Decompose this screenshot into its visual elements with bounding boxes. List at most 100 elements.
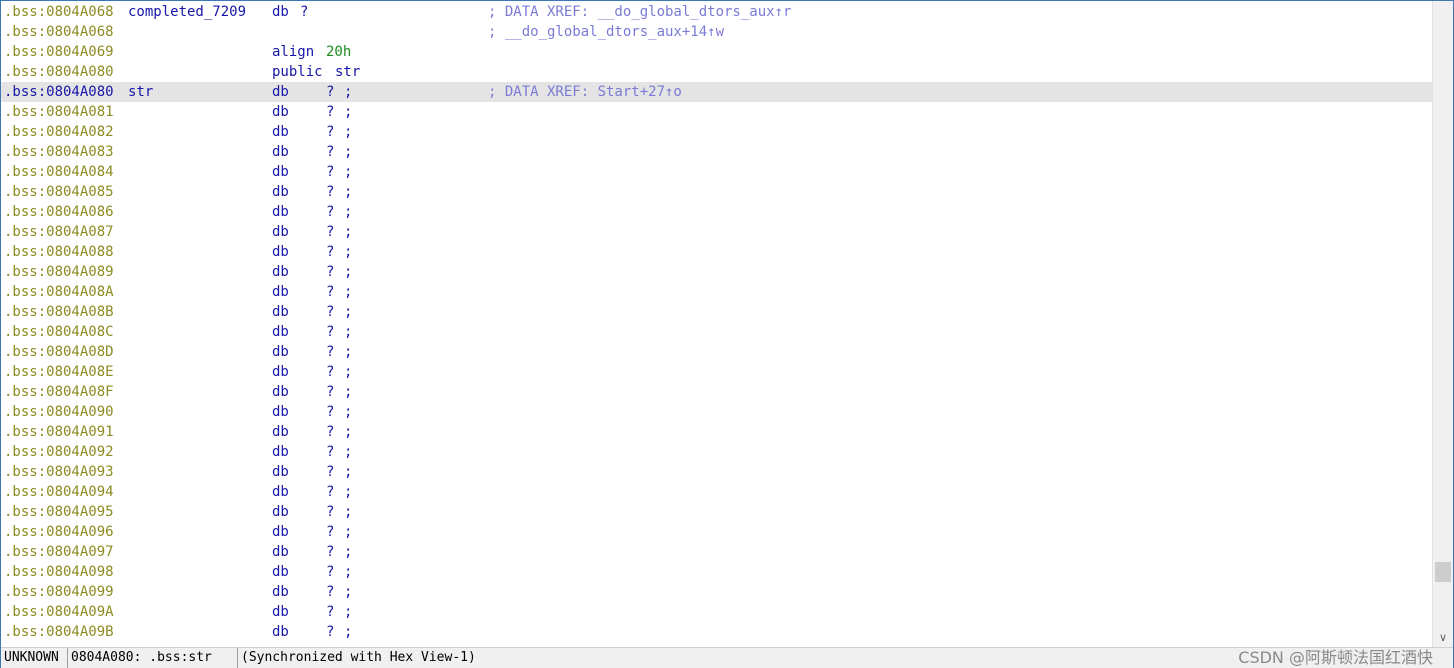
line-label[interactable]: completed_7209 xyxy=(128,2,246,22)
listing-line[interactable]: .bss:0804A090 db?; xyxy=(1,402,1433,422)
line-address[interactable]: .bss:0804A095 xyxy=(4,502,114,522)
line-mnemonic[interactable]: db xyxy=(272,82,289,102)
line-address[interactable]: .bss:0804A087 xyxy=(4,222,114,242)
line-address[interactable]: .bss:0804A08B xyxy=(4,302,114,322)
line-operand[interactable]: ? xyxy=(326,562,334,582)
line-mnemonic[interactable]: db xyxy=(272,502,289,522)
line-mnemonic[interactable]: db xyxy=(272,622,289,642)
line-address[interactable]: .bss:0804A090 xyxy=(4,402,114,422)
line-mnemonic[interactable]: db xyxy=(272,342,289,362)
line-operand[interactable]: ? xyxy=(326,542,334,562)
listing-line[interactable]: .bss:0804A081 db?; xyxy=(1,102,1433,122)
line-address[interactable]: .bss:0804A08E xyxy=(4,362,114,382)
listing-line[interactable]: .bss:0804A08A db?; xyxy=(1,282,1433,302)
line-operand[interactable]: ? xyxy=(326,242,334,262)
line-mnemonic[interactable]: db xyxy=(272,562,289,582)
line-mnemonic[interactable]: db xyxy=(272,522,289,542)
line-mnemonic[interactable]: db xyxy=(272,2,289,22)
line-address[interactable]: .bss:0804A068 xyxy=(4,22,114,42)
line-mnemonic[interactable]: db xyxy=(272,402,289,422)
line-operand[interactable]: ? xyxy=(326,442,334,462)
listing-line[interactable]: .bss:0804A094 db?; xyxy=(1,482,1433,502)
listing-line[interactable]: .bss:0804A069 align 20h xyxy=(1,42,1433,62)
listing-line[interactable]: .bss:0804A08B db?; xyxy=(1,302,1433,322)
line-address[interactable]: .bss:0804A097 xyxy=(4,542,114,562)
line-mnemonic[interactable]: db xyxy=(272,582,289,602)
listing-line[interactable]: .bss:0804A088 db?; xyxy=(1,242,1433,262)
line-operand[interactable]: ? xyxy=(326,342,334,362)
line-operand[interactable]: ? xyxy=(326,282,334,302)
listing-line[interactable]: .bss:0804A08D db?; xyxy=(1,342,1433,362)
listing-line[interactable]: .bss:0804A082 db?; xyxy=(1,122,1433,142)
line-address[interactable]: .bss:0804A094 xyxy=(4,482,114,502)
listing-line[interactable]: .bss:0804A084 db?; xyxy=(1,162,1433,182)
listing-line[interactable]: .bss:0804A083 db?; xyxy=(1,142,1433,162)
line-address[interactable]: .bss:0804A08F xyxy=(4,382,114,402)
listing-line[interactable]: .bss:0804A08C db?; xyxy=(1,322,1433,342)
line-address[interactable]: .bss:0804A09B xyxy=(4,622,114,642)
line-operand[interactable]: ? xyxy=(326,262,334,282)
line-mnemonic[interactable]: db xyxy=(272,302,289,322)
chevron-down-icon[interactable]: ∨ xyxy=(1433,629,1453,647)
line-operand[interactable]: ? xyxy=(326,462,334,482)
listing-line[interactable]: .bss:0804A091 db?; xyxy=(1,422,1433,442)
listing-line[interactable]: .bss:0804A080 public str xyxy=(1,62,1433,82)
disassembly-listing[interactable]: .bss:0804A068 completed_7209 db? ; DATA XRE… xyxy=(1,1,1433,647)
line-address[interactable]: .bss:0804A085 xyxy=(4,182,114,202)
line-mnemonic[interactable]: db xyxy=(272,202,289,222)
line-address[interactable]: .bss:0804A080 xyxy=(4,62,114,82)
line-mnemonic[interactable]: public xyxy=(272,62,323,82)
line-operand[interactable]: ? xyxy=(326,522,334,542)
line-operand[interactable]: ? xyxy=(326,382,334,402)
line-address[interactable]: .bss:0804A08D xyxy=(4,342,114,362)
line-address[interactable]: .bss:0804A086 xyxy=(4,202,114,222)
line-operand[interactable]: ? xyxy=(326,622,334,642)
line-mnemonic[interactable]: db xyxy=(272,362,289,382)
line-address[interactable]: .bss:0804A089 xyxy=(4,262,114,282)
line-address[interactable]: .bss:0804A081 xyxy=(4,102,114,122)
listing-line[interactable]: .bss:0804A068 ; __do_global_dtors_aux+14↑… xyxy=(1,22,1433,42)
listing-line[interactable]: .bss:0804A089 db?; xyxy=(1,262,1433,282)
line-address[interactable]: .bss:0804A083 xyxy=(4,142,114,162)
line-address[interactable]: .bss:0804A092 xyxy=(4,442,114,462)
line-mnemonic[interactable]: db xyxy=(272,162,289,182)
line-operand[interactable]: ? xyxy=(326,102,334,122)
line-operand[interactable]: str xyxy=(335,62,360,82)
listing-line[interactable]: .bss:0804A09A db?; xyxy=(1,602,1433,622)
line-operand[interactable]: ? xyxy=(326,182,334,202)
listing-line[interactable]: .bss:0804A068 completed_7209 db? ; DATA XRE… xyxy=(1,2,1433,22)
line-mnemonic[interactable]: db xyxy=(272,542,289,562)
line-label[interactable]: str xyxy=(128,82,153,102)
listing-line[interactable]: .bss:0804A087 db?; xyxy=(1,222,1433,242)
listing-line[interactable]: .bss:0804A08E db?; xyxy=(1,362,1433,382)
line-mnemonic[interactable]: db xyxy=(272,222,289,242)
listing-line[interactable]: .bss:0804A085 db?; xyxy=(1,182,1433,202)
line-operand[interactable]: ? xyxy=(326,362,334,382)
listing-line[interactable]: .bss:0804A096 db?; xyxy=(1,522,1433,542)
line-mnemonic[interactable]: db xyxy=(272,462,289,482)
line-mnemonic[interactable]: db xyxy=(272,242,289,262)
line-address[interactable]: .bss:0804A099 xyxy=(4,582,114,602)
scrollbar-thumb[interactable] xyxy=(1435,562,1451,582)
line-operand[interactable]: ? xyxy=(326,402,334,422)
line-operand[interactable]: ? xyxy=(326,142,334,162)
line-operand[interactable]: ? xyxy=(326,302,334,322)
line-operand[interactable]: ? xyxy=(326,202,334,222)
line-mnemonic[interactable]: db xyxy=(272,322,289,342)
line-address[interactable]: .bss:0804A069 xyxy=(4,42,114,62)
line-mnemonic[interactable]: db xyxy=(272,122,289,142)
line-address[interactable]: .bss:0804A09A xyxy=(4,602,114,622)
listing-line[interactable]: .bss:0804A095 db?; xyxy=(1,502,1433,522)
line-address[interactable]: .bss:0804A088 xyxy=(4,242,114,262)
line-address[interactable]: .bss:0804A096 xyxy=(4,522,114,542)
line-address[interactable]: .bss:0804A098 xyxy=(4,562,114,582)
line-operand[interactable]: ? xyxy=(326,82,334,102)
listing-line[interactable]: .bss:0804A08F db?; xyxy=(1,382,1433,402)
line-operand[interactable]: ? xyxy=(326,602,334,622)
line-address[interactable]: .bss:0804A084 xyxy=(4,162,114,182)
line-mnemonic[interactable]: db xyxy=(272,482,289,502)
line-mnemonic[interactable]: align xyxy=(272,42,314,62)
line-address[interactable]: .bss:0804A091 xyxy=(4,422,114,442)
listing-line[interactable]: .bss:0804A086 db?; xyxy=(1,202,1433,222)
line-operand[interactable]: ? xyxy=(326,122,334,142)
